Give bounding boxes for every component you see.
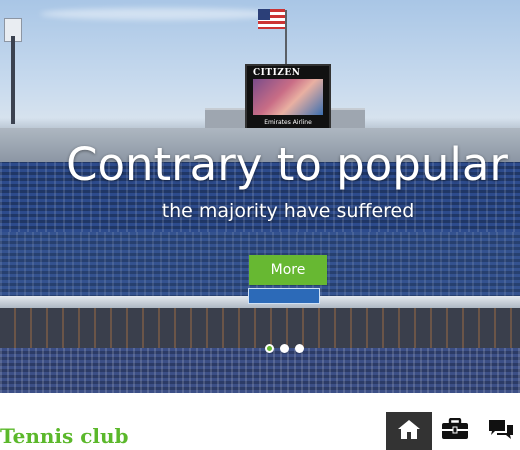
hero-slider: CITIZEN Emirates Airline Contrary to pop… [0, 0, 520, 393]
slider-dot-3[interactable] [295, 344, 304, 353]
flagpole [285, 10, 287, 68]
slider-dot-2[interactable] [280, 344, 289, 353]
nav-home[interactable] [386, 412, 432, 450]
nav-portfolio[interactable] [432, 412, 478, 450]
hero-subtitle: the majority have suffered [161, 200, 415, 222]
site-logo[interactable]: Tennis club [0, 424, 129, 448]
scoreboard-brand: CITIZEN [253, 68, 301, 78]
flag-canton [258, 9, 270, 20]
floodlight-pole [11, 36, 15, 124]
court-seats [0, 348, 520, 393]
slider-dots [265, 344, 304, 353]
nav-contact[interactable] [478, 412, 520, 450]
sky-cloud [40, 8, 280, 20]
scoreboard-sponsor: Emirates Airline [264, 119, 312, 126]
hero-title: Contrary to popular [66, 138, 508, 191]
scoreboard: CITIZEN Emirates Airline [245, 64, 331, 130]
briefcase-icon [441, 417, 469, 444]
scoreboard-screen [253, 79, 323, 115]
home-icon [397, 418, 421, 444]
chat-icon [487, 418, 515, 444]
court-scoreboard [248, 288, 320, 304]
more-button[interactable]: More [249, 255, 327, 285]
slider-dot-1[interactable] [265, 344, 274, 353]
box-seats [0, 308, 520, 348]
